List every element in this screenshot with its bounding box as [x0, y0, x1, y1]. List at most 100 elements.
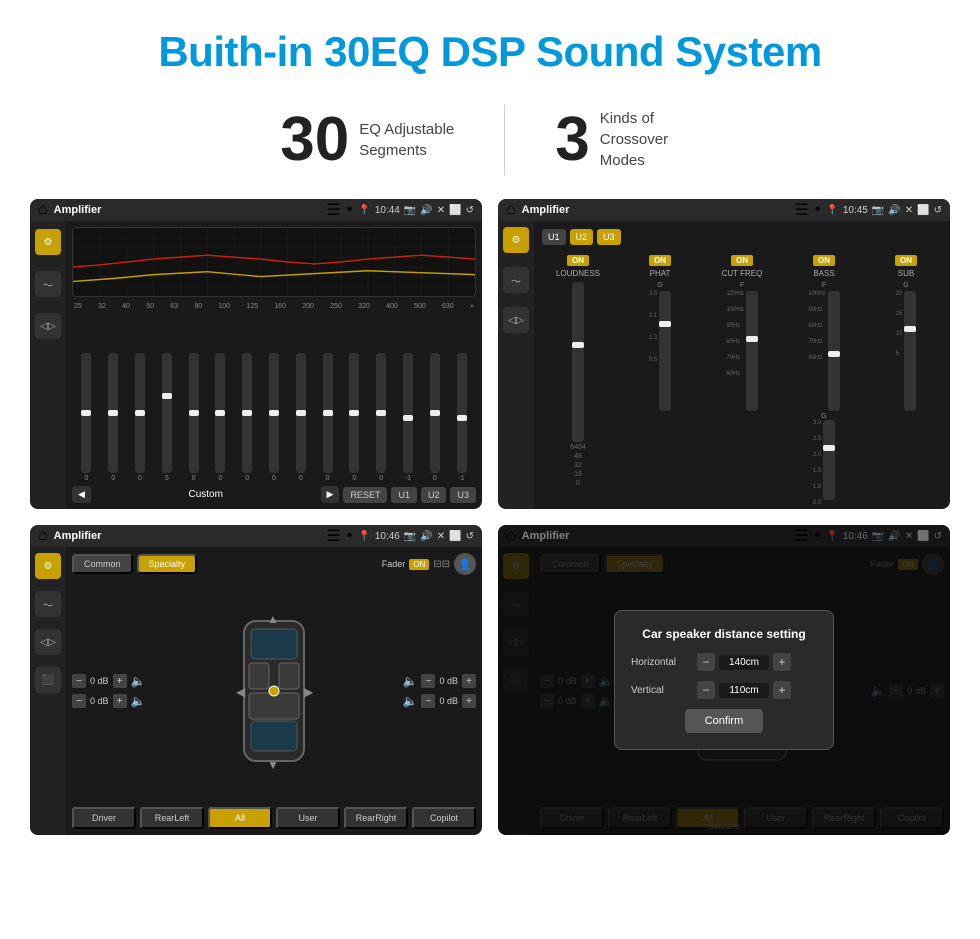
fader-side-controls: ⚙ 〜 ◁▷ ⬛	[30, 547, 66, 835]
screen-icon-tl[interactable]: ⬜	[449, 205, 461, 216]
fader-wave-btn[interactable]: 〜	[35, 591, 61, 617]
amp-u2-btn[interactable]: U2	[570, 229, 594, 245]
camera-icon-tr[interactable]: 📷	[872, 205, 884, 216]
eq-slider-9: 0	[315, 353, 340, 482]
bass-on[interactable]: ON	[813, 255, 835, 266]
back-icon-bl[interactable]: ↺	[466, 531, 474, 542]
speaker-layout: − 0 dB + 🔈 − 0 dB + 🔈	[72, 583, 476, 799]
speaker-fl: − 0 dB + 🔈	[72, 674, 145, 688]
confirm-button[interactable]: Confirm	[685, 709, 764, 733]
specialty-btn[interactable]: Specialty	[137, 554, 198, 574]
screen-title-tr: Amplifier	[522, 204, 789, 216]
dialog-vertical-value: 110cm	[719, 683, 769, 698]
amp-wave-btn[interactable]: 〜	[503, 267, 529, 293]
back-icon-tl[interactable]: ↺	[466, 205, 474, 216]
eq-vol-btn[interactable]: ◁▷	[35, 313, 61, 339]
fader-label: Fader	[201, 559, 405, 569]
home-icon-bl[interactable]: ⌂	[38, 527, 48, 545]
eq-wave-btn[interactable]: 〜	[35, 271, 61, 297]
sp-rl-plus[interactable]: +	[113, 694, 127, 708]
speaker-left-side: − 0 dB + 🔈 − 0 dB + 🔈	[72, 674, 145, 708]
driver-btn[interactable]: Driver	[72, 807, 136, 829]
amp-vol-btn[interactable]: ◁▷	[503, 307, 529, 333]
screen-distance: ⌂ Amplifier ☰ • 📍 10:46 📷 🔊 ✕ ⬜ ↺ ⚙ 〜 ◁▷…	[498, 525, 950, 835]
cutfreq-on[interactable]: ON	[731, 255, 753, 266]
sp-rl-value: 0 dB	[90, 696, 109, 706]
eq-u3-btn[interactable]: U3	[450, 487, 476, 503]
eq-reset-btn[interactable]: RESET	[343, 487, 387, 503]
eq-slider-12: -1	[396, 353, 421, 482]
eq-u1-btn[interactable]: U1	[391, 487, 417, 503]
menu-icon-tr[interactable]: ☰	[794, 200, 808, 220]
amp-screen-body: ⚙ 〜 ◁▷ U1 U2 U3 ON LOUDNESS	[498, 221, 950, 509]
sp-rr-minus[interactable]: −	[421, 694, 435, 708]
menu-icon-tl[interactable]: ☰	[326, 200, 340, 220]
amp-u3-btn[interactable]: U3	[597, 229, 621, 245]
stat-crossover: 3 Kinds ofCrossover Modes	[505, 104, 749, 175]
all-btn[interactable]: All	[208, 807, 272, 829]
fader-screen-body: ⚙ 〜 ◁▷ ⬛ Common Specialty Fader ON ⊟⊟ 👤	[30, 547, 482, 835]
eq-u2-btn[interactable]: U2	[421, 487, 447, 503]
camera-icon-tl[interactable]: 📷	[404, 205, 416, 216]
volume-icon-tr[interactable]: 🔊	[888, 205, 900, 216]
screen-title-bl: Amplifier	[54, 530, 321, 542]
dialog-overlay: Car speaker distance setting Horizontal …	[498, 525, 950, 835]
amp-side-controls: ⚙ 〜 ◁▷	[498, 221, 534, 509]
dialog-title: Car speaker distance setting	[631, 627, 817, 641]
copilot-btn[interactable]: Copilot	[412, 807, 476, 829]
rear-right-btn[interactable]: RearRight	[344, 807, 408, 829]
fader-bt-btn[interactable]: ⬛	[35, 667, 61, 693]
amp-ch-loudness: ON LOUDNESS 6464 48 32 16	[540, 255, 616, 506]
x-icon-tr[interactable]: ✕	[905, 205, 913, 216]
amp-tune-btn[interactable]: ⚙	[503, 227, 529, 253]
common-btn[interactable]: Common	[72, 554, 133, 574]
dialog-vertical-plus[interactable]: +	[773, 681, 791, 699]
sp-fr-plus[interactable]: +	[462, 674, 476, 688]
screen-icon-bl[interactable]: ⬜	[449, 531, 461, 542]
amp-u1-btn[interactable]: U1	[542, 229, 566, 245]
eq-tune-btn[interactable]: ⚙	[35, 229, 61, 255]
sp-rl-minus[interactable]: −	[72, 694, 86, 708]
status-right-tl: 📍 10:44 📷 🔊 ✕ ⬜ ↺	[358, 205, 474, 216]
rear-left-btn[interactable]: RearLeft	[140, 807, 204, 829]
stat-eq: 30 EQ AdjustableSegments	[230, 104, 504, 175]
amp-u-buttons: U1 U2 U3	[538, 225, 946, 249]
home-icon-tl[interactable]: ⌂	[38, 201, 48, 219]
dot-icon-bl: •	[347, 527, 353, 545]
sp-fr-minus[interactable]: −	[421, 674, 435, 688]
svg-text:◀: ◀	[236, 685, 246, 699]
loudness-label: LOUDNESS	[556, 269, 600, 278]
volume-icon-tl[interactable]: 🔊	[420, 205, 432, 216]
camera-icon-bl[interactable]: 📷	[404, 531, 416, 542]
menu-icon-bl[interactable]: ☰	[326, 526, 340, 546]
sub-on[interactable]: ON	[895, 255, 917, 266]
loudness-on[interactable]: ON	[567, 255, 589, 266]
dialog-horizontal-plus[interactable]: +	[773, 653, 791, 671]
stat-eq-number: 30	[280, 104, 349, 175]
sp-fl-plus[interactable]: +	[113, 674, 127, 688]
fader-sliders-icon[interactable]: ⊟⊟	[433, 559, 450, 570]
x-icon-bl[interactable]: ✕	[437, 531, 445, 542]
home-icon-tr[interactable]: ⌂	[506, 201, 516, 219]
dialog-vertical-minus[interactable]: −	[697, 681, 715, 699]
sp-fl-minus[interactable]: −	[72, 674, 86, 688]
location-icon-tl: 📍	[358, 205, 370, 216]
eq-next-btn[interactable]: ▶	[321, 486, 340, 503]
volume-icon-bl[interactable]: 🔊	[420, 531, 432, 542]
fader-person-icon[interactable]: 👤	[454, 553, 476, 575]
fader-tune-btn[interactable]: ⚙	[35, 553, 61, 579]
fader-vol-btn[interactable]: ◁▷	[35, 629, 61, 655]
dialog-horizontal-minus[interactable]: −	[697, 653, 715, 671]
eq-slider-8: 0	[288, 353, 313, 482]
sp-rr-plus[interactable]: +	[462, 694, 476, 708]
screen-icon-tr[interactable]: ⬜	[917, 205, 929, 216]
sp-fl-icon: 🔈	[131, 674, 146, 688]
x-icon-tl[interactable]: ✕	[437, 205, 445, 216]
eq-prev-btn[interactable]: ◀	[72, 486, 91, 503]
speaker-right-side: 🔈 − 0 dB + 🔈 − 0 dB +	[403, 674, 476, 708]
user-btn[interactable]: User	[276, 807, 340, 829]
dialog-horizontal-row: Horizontal − 140cm +	[631, 653, 817, 671]
back-icon-tr[interactable]: ↺	[934, 205, 942, 216]
phat-on[interactable]: ON	[649, 255, 671, 266]
location-icon-bl: 📍	[358, 531, 370, 542]
